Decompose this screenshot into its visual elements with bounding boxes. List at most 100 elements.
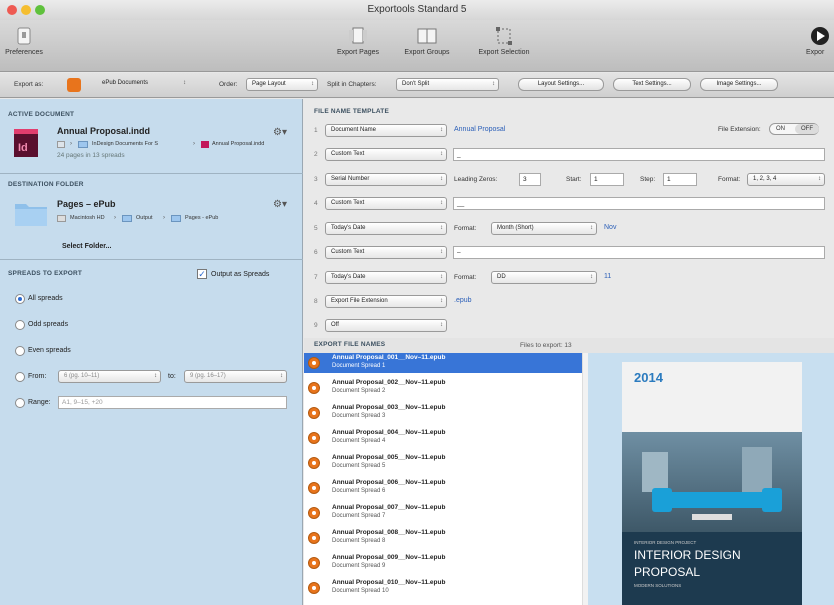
minimize-window-button[interactable] xyxy=(21,5,31,15)
epub-file-icon xyxy=(308,507,320,519)
export-selection-icon xyxy=(493,26,515,46)
odd-spreads-radio[interactable] xyxy=(15,320,25,330)
template-row-2-input[interactable]: _ xyxy=(453,148,825,161)
epub-file-icon xyxy=(308,432,320,444)
doc-path-file[interactable]: Annual Proposal.indd xyxy=(212,141,264,147)
template-row-5-preview: Nov xyxy=(604,224,617,231)
range-input[interactable]: A1, 9–15, +20 xyxy=(58,396,287,409)
epub-file-icon xyxy=(308,532,320,544)
folder-icon xyxy=(78,141,88,148)
toolbar: Preferences Export Pages Export Groups E… xyxy=(0,20,834,72)
active-document-header: ACTIVE DOCUMENT xyxy=(8,111,75,118)
export-groups-button[interactable]: Export Groups xyxy=(399,26,455,56)
start-input[interactable]: 1 xyxy=(590,173,624,186)
list-item[interactable]: Annual Proposal_008__Nov–11.epub Document… xyxy=(304,528,582,548)
even-spreads-radio[interactable] xyxy=(15,346,25,356)
list-item[interactable]: Annual Proposal_001__Nov–11.epub Document… xyxy=(304,353,582,373)
cover-title-line2: PROPOSAL xyxy=(634,565,701,579)
epub-file-icon xyxy=(308,557,320,569)
split-chapters-select[interactable]: Don't Split xyxy=(396,78,499,91)
leading-zeros-input[interactable]: 3 xyxy=(519,173,541,186)
pages-folder-icon xyxy=(171,215,181,222)
odd-spreads-label: Odd spreads xyxy=(28,321,69,328)
template-row-7-select[interactable]: Today's Date xyxy=(325,271,447,284)
preferences-icon xyxy=(13,26,35,46)
doc-path-folder[interactable]: InDesign Documents For S xyxy=(92,141,158,147)
document-gear-icon[interactable]: ⚙▾ xyxy=(273,127,287,138)
cover-tagline: MODERN SOLUTIONS xyxy=(634,583,682,588)
dest-path-drive[interactable]: Macintosh HD xyxy=(70,215,105,221)
left-panel: ACTIVE DOCUMENT Id Annual Proposal.indd … xyxy=(0,99,303,605)
preferences-button[interactable]: Preferences xyxy=(4,26,44,56)
template-row-3-select[interactable]: Serial Number xyxy=(325,173,447,186)
day-format-select[interactable]: DD xyxy=(491,271,597,284)
date-format-label: Format: xyxy=(454,225,477,232)
template-row-4-input[interactable]: __ xyxy=(453,197,825,210)
order-select[interactable]: Page Layout xyxy=(246,78,318,91)
destination-gear-icon[interactable]: ⚙▾ xyxy=(273,199,287,210)
export-selection-button[interactable]: Export Selection xyxy=(471,26,537,56)
dest-path-output[interactable]: Output xyxy=(136,215,153,221)
template-row-9-select[interactable]: Off xyxy=(325,319,447,332)
date-format-select[interactable]: Month (Short) xyxy=(491,222,597,235)
from-radio[interactable] xyxy=(15,372,25,382)
output-as-spreads-label: Output as Spreads xyxy=(211,271,270,278)
list-item[interactable]: Annual Proposal_010__Nov–11.epub Document… xyxy=(304,578,582,598)
epub-file-icon xyxy=(308,482,320,494)
template-header: FILE NAME TEMPLATE xyxy=(314,108,389,115)
split-chapters-label: Split in Chapters: xyxy=(327,81,377,88)
epub-file-icon xyxy=(308,357,320,369)
layout-settings-button[interactable]: Layout Settings... xyxy=(518,78,604,91)
output-as-spreads-checkbox[interactable]: ✓ xyxy=(197,269,207,279)
export-groups-icon xyxy=(416,26,438,46)
list-item[interactable]: Annual Proposal_005__Nov–11.epub Document… xyxy=(304,453,582,473)
list-item[interactable]: Annual Proposal_009__Nov–11.epub Document… xyxy=(304,553,582,573)
list-item[interactable]: Annual Proposal_002__Nov–11.epub Document… xyxy=(304,378,582,398)
dest-path-pages[interactable]: Pages - ePub xyxy=(185,215,218,221)
export-file-list[interactable]: Annual Proposal_001__Nov–11.epub Document… xyxy=(304,353,586,605)
destination-folder-header: DESTINATION FOLDER xyxy=(8,181,84,188)
destination-folder-icon xyxy=(15,200,47,226)
leading-zeros-label: Leading Zeros: xyxy=(454,176,498,183)
template-row-8-preview: .epub xyxy=(454,297,472,304)
zoom-window-button[interactable] xyxy=(35,5,45,15)
export-file-names-header: EXPORT FILE NAMES xyxy=(314,341,386,348)
list-item[interactable]: Annual Proposal_003__Nov–11.epub Document… xyxy=(304,403,582,423)
close-window-button[interactable] xyxy=(7,5,17,15)
list-item[interactable]: Annual Proposal_006__Nov–11.epub Document… xyxy=(304,478,582,498)
all-spreads-radio[interactable] xyxy=(15,294,25,304)
template-row-6-select[interactable]: Custom Text xyxy=(325,246,447,259)
file-name-template-panel: FILE NAME TEMPLATE File Extension: ON OF… xyxy=(304,99,834,347)
files-to-export-count: Files to export: 13 xyxy=(520,342,572,349)
list-item[interactable]: Annual Proposal_007__Nov–11.epub Document… xyxy=(304,503,582,523)
text-settings-button[interactable]: Text Settings... xyxy=(613,78,691,91)
list-item[interactable]: Annual Proposal_004__Nov–11.epub Document… xyxy=(304,428,582,448)
active-document-name: Annual Proposal.indd xyxy=(57,126,151,136)
template-row-4-select[interactable]: Custom Text xyxy=(325,197,447,210)
range-radio[interactable] xyxy=(15,398,25,408)
serial-format-select[interactable]: 1, 2, 3, 4 xyxy=(747,173,825,186)
room-photo xyxy=(622,432,802,532)
template-row-8-select[interactable]: Export File Extension xyxy=(325,295,447,308)
export-button[interactable]: Expor xyxy=(806,26,834,56)
export-as-select[interactable]: ePub Documents xyxy=(97,78,189,91)
to-label: to: xyxy=(168,373,176,380)
image-settings-button[interactable]: Image Settings... xyxy=(700,78,778,91)
pages-count: 24 pages in 13 spreads xyxy=(57,152,125,159)
step-input[interactable]: 1 xyxy=(663,173,697,186)
day-format-label: Format: xyxy=(454,274,477,281)
select-folder-link[interactable]: Select Folder... xyxy=(62,243,111,250)
export-icon xyxy=(809,26,831,46)
template-row-1-select[interactable]: Document Name xyxy=(325,124,447,137)
to-select[interactable]: 9 (pg. 16–17) xyxy=(184,370,287,383)
template-row-6-input[interactable]: – xyxy=(453,246,825,259)
from-select[interactable]: 6 (pg. 10–11) xyxy=(58,370,161,383)
format-label: Format: xyxy=(718,176,741,183)
template-row-5-select[interactable]: Today's Date xyxy=(325,222,447,235)
file-extension-toggle[interactable]: ON OFF xyxy=(769,123,819,135)
doc-path-icon xyxy=(57,141,65,148)
epub-file-icon xyxy=(308,407,320,419)
window-title: Exportools Standard 5 xyxy=(367,4,467,15)
export-pages-button[interactable]: Export Pages xyxy=(333,26,383,56)
template-row-2-select[interactable]: Custom Text xyxy=(325,148,447,161)
